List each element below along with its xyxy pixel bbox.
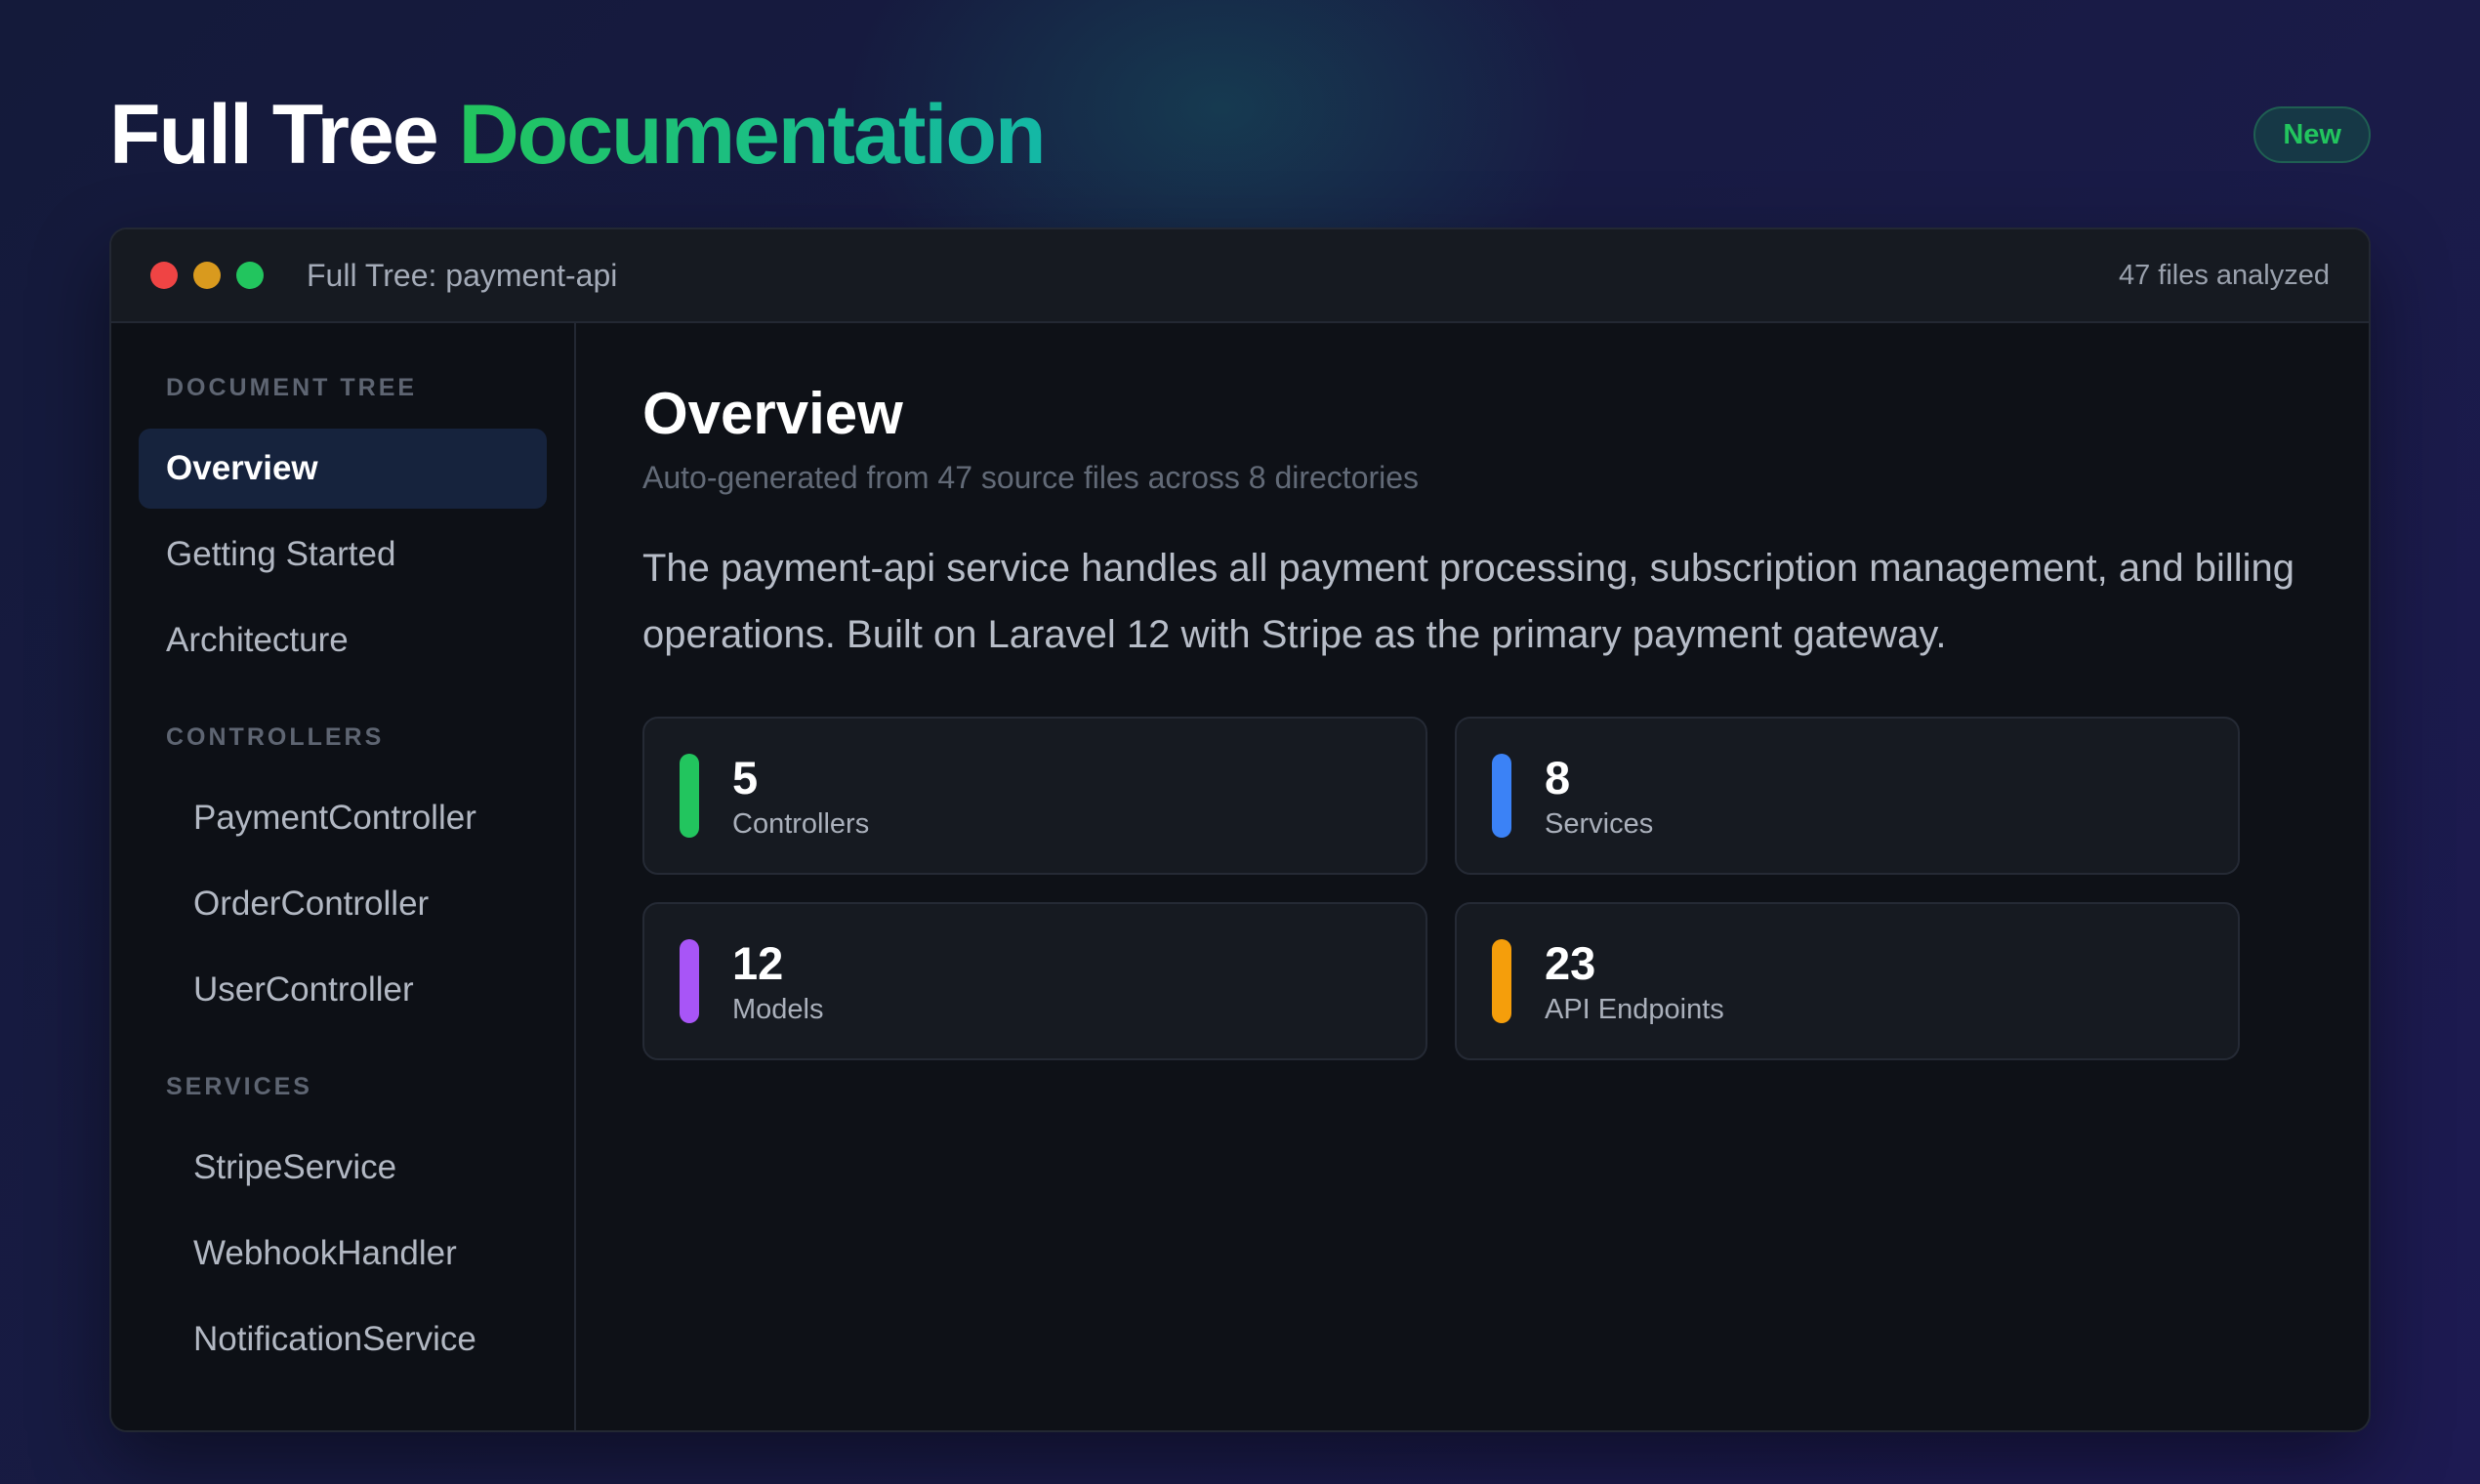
document-tree-sidebar: DOCUMENT TREE Overview Getting Started A… <box>111 323 576 1430</box>
content-title: Overview <box>642 381 903 446</box>
stat-value: 8 <box>1545 751 1571 804</box>
sidebar-item-webhook-handler[interactable]: WebhookHandler <box>139 1214 547 1294</box>
stat-card-api-endpoints: 23 API Endpoints <box>1455 902 2240 1060</box>
sidebar-item-order-controller[interactable]: OrderController <box>139 864 547 944</box>
maximize-dot-icon[interactable] <box>236 262 264 289</box>
sidebar-item-payment-controller[interactable]: PaymentController <box>139 778 547 858</box>
page-title-plain: Full Tree <box>109 87 439 182</box>
stat-card-models: 12 Models <box>642 902 1427 1060</box>
app-window: Full Tree: payment-api 47 files analyzed… <box>109 227 2371 1432</box>
stat-color-bar <box>1492 754 1511 838</box>
window-controls <box>150 262 264 289</box>
sidebar-section-document-tree: DOCUMENT TREE <box>166 374 418 401</box>
sidebar-section-controllers: CONTROLLERS <box>166 723 385 751</box>
sidebar-item-notification-service[interactable]: NotificationService <box>139 1299 547 1380</box>
content-subtitle: Auto-generated from 47 source files acro… <box>642 460 1420 495</box>
stats-grid: 5 Controllers 8 Services 12 Models 23 AP… <box>642 717 2302 1060</box>
stat-color-bar <box>680 754 699 838</box>
window-titlebar: Full Tree: payment-api 47 files analyzed <box>111 229 2369 323</box>
main-content: Overview Auto-generated from 47 source f… <box>576 323 2369 1430</box>
files-analyzed-count: 47 files analyzed <box>2118 259 2330 291</box>
stat-color-bar <box>1492 939 1511 1023</box>
close-dot-icon[interactable] <box>150 262 178 289</box>
page-header: Full Tree Documentation New <box>109 86 2371 184</box>
stat-color-bar <box>680 939 699 1023</box>
sidebar-item-user-controller[interactable]: UserController <box>139 950 547 1030</box>
stat-label: API Endpoints <box>1545 993 1724 1025</box>
window-title: Full Tree: payment-api <box>307 257 618 293</box>
stat-label: Controllers <box>732 807 870 840</box>
stat-card-services: 8 Services <box>1455 717 2240 875</box>
window-body: DOCUMENT TREE Overview Getting Started A… <box>111 323 2369 1430</box>
content-description: The payment-api service handles all paym… <box>642 547 2295 656</box>
stat-value: 12 <box>732 936 784 989</box>
stat-value: 23 <box>1545 936 1596 989</box>
stat-card-controllers: 5 Controllers <box>642 717 1427 875</box>
sidebar-item-stripe-service[interactable]: StripeService <box>139 1128 547 1208</box>
sidebar-item-architecture[interactable]: Architecture <box>139 600 547 680</box>
sidebar-item-getting-started[interactable]: Getting Started <box>139 515 547 595</box>
stat-value: 5 <box>732 751 759 804</box>
stat-label: Services <box>1545 807 1654 840</box>
stat-label: Models <box>732 993 824 1025</box>
sidebar-item-overview[interactable]: Overview <box>139 429 547 509</box>
page-title: Full Tree Documentation <box>109 87 1047 184</box>
sidebar-section-services: SERVICES <box>166 1073 312 1100</box>
page-title-accent: Documentation <box>458 87 1047 182</box>
new-badge: New <box>2253 106 2371 163</box>
minimize-dot-icon[interactable] <box>193 262 221 289</box>
